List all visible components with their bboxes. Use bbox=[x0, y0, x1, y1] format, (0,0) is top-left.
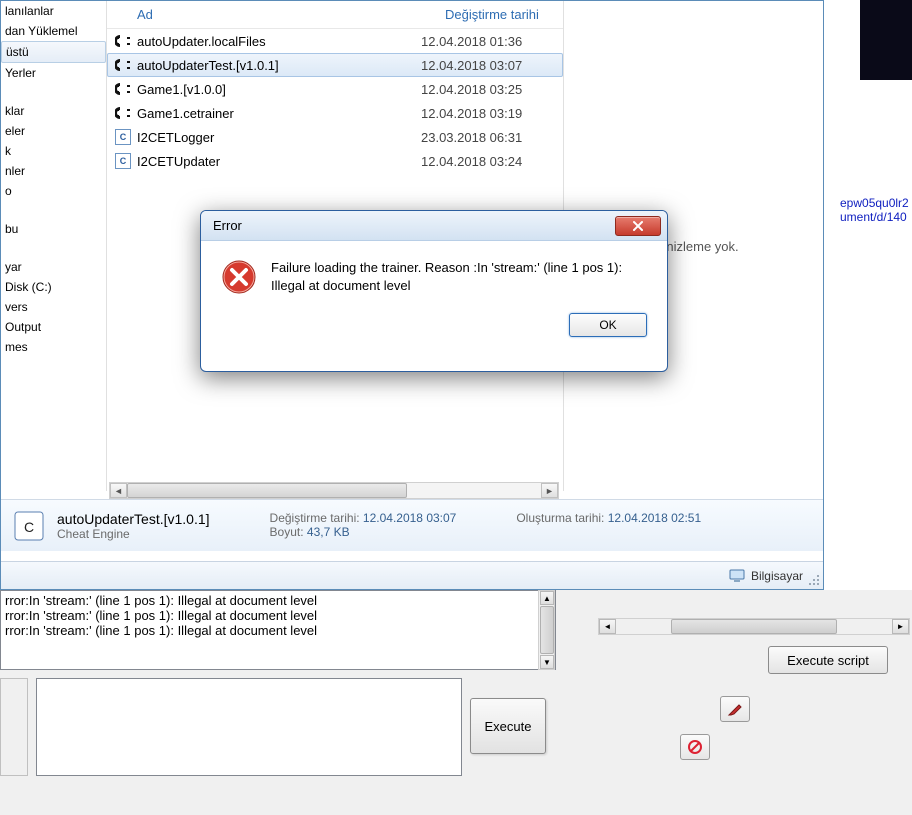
sidebar-item[interactable]: o bbox=[1, 181, 106, 201]
detail-bar: C autoUpdaterTest.[v1.0.1] Cheat Engine … bbox=[1, 499, 823, 551]
detail-mod-label: Değiştirme tarihi: bbox=[270, 511, 360, 525]
file-row[interactable]: Game1.cetrainer12.04.2018 03:19 bbox=[107, 101, 563, 125]
cheat-engine-icon bbox=[113, 80, 133, 98]
exe-icon: C bbox=[113, 128, 133, 146]
file-name: Game1.[v1.0.0] bbox=[137, 82, 421, 97]
file-name: I2CETLogger bbox=[137, 130, 421, 145]
file-row[interactable]: Game1.[v1.0.0]12.04.2018 03:25 bbox=[107, 77, 563, 101]
scroll-down-arrow[interactable]: ▼ bbox=[540, 655, 554, 669]
file-name: autoUpdater.localFiles bbox=[137, 34, 421, 49]
scroll-left-arrow[interactable]: ◄ bbox=[599, 619, 616, 634]
svg-text:C: C bbox=[24, 519, 34, 535]
sidebar-item[interactable]: klar bbox=[1, 101, 106, 121]
file-list-header[interactable]: Ad Değiştirme tarihi bbox=[107, 1, 563, 29]
frag-line-1: epw05qu0lr2 bbox=[840, 196, 912, 210]
detail-filetype: Cheat Engine bbox=[57, 527, 210, 541]
log-line: rror:In 'stream:' (line 1 pos 1): Illega… bbox=[5, 623, 551, 638]
file-row[interactable]: C I2CETUpdater12.04.2018 03:24 bbox=[107, 149, 563, 173]
resize-grip-icon[interactable] bbox=[807, 573, 821, 587]
detail-create-value: 12.04.2018 02:51 bbox=[608, 511, 701, 525]
sidebar-item[interactable]: Disk (C:) bbox=[1, 277, 106, 297]
detail-mod-value: 12.04.2018 03:07 bbox=[363, 511, 456, 525]
background-dark-strip bbox=[860, 0, 912, 80]
log-vscrollbar[interactable]: ▲ ▼ bbox=[538, 590, 555, 670]
scroll-up-arrow[interactable]: ▲ bbox=[540, 591, 554, 605]
file-date: 12.04.2018 03:19 bbox=[421, 106, 522, 121]
scroll-thumb[interactable] bbox=[127, 483, 407, 498]
file-date: 23.03.2018 06:31 bbox=[421, 130, 522, 145]
scroll-track[interactable] bbox=[127, 483, 541, 498]
detail-size-value: 43,7 KB bbox=[307, 525, 350, 539]
background-text-fragment: epw05qu0lr2 ument/d/140 bbox=[840, 196, 912, 224]
file-row[interactable]: autoUpdater.localFiles12.04.2018 01:36 bbox=[107, 29, 563, 53]
exe-icon: C bbox=[113, 152, 133, 170]
detail-file-icon: C bbox=[11, 508, 47, 544]
close-button[interactable] bbox=[615, 216, 661, 236]
computer-icon bbox=[729, 569, 745, 583]
log-line: rror:In 'stream:' (line 1 pos 1): Illega… bbox=[5, 608, 551, 623]
gutter-strip bbox=[0, 678, 28, 776]
file-date: 12.04.2018 03:07 bbox=[421, 58, 522, 73]
error-title: Error bbox=[213, 218, 615, 233]
error-titlebar[interactable]: Error bbox=[201, 211, 667, 241]
file-name: autoUpdaterTest.[v1.0.1] bbox=[137, 58, 421, 73]
sidebar-item[interactable]: eler bbox=[1, 121, 106, 141]
file-name: Game1.cetrainer bbox=[137, 106, 421, 121]
error-dialog: Error Failure loading the trainer. Reaso… bbox=[200, 210, 668, 372]
cheat-engine-icon bbox=[113, 32, 133, 50]
scroll-right-arrow[interactable]: ► bbox=[541, 483, 558, 498]
cheat-engine-icon bbox=[113, 104, 133, 122]
sidebar-item[interactable]: üstü bbox=[1, 41, 106, 63]
file-date: 12.04.2018 01:36 bbox=[421, 34, 522, 49]
log-line: rror:In 'stream:' (line 1 pos 1): Illega… bbox=[5, 593, 551, 608]
scroll-right-arrow[interactable]: ► bbox=[892, 619, 909, 634]
error-icon bbox=[221, 259, 257, 295]
sidebar-item[interactable]: nler bbox=[1, 161, 106, 181]
status-location: Bilgisayar bbox=[751, 569, 803, 583]
execute-script-button[interactable]: Execute script bbox=[768, 646, 888, 674]
status-bar: Bilgisayar bbox=[1, 561, 823, 589]
detail-create-label: Oluşturma tarihi: bbox=[516, 511, 604, 525]
error-message: Failure loading the trainer. Reason :In … bbox=[271, 259, 647, 295]
cheat-engine-icon bbox=[113, 56, 133, 74]
file-list-hscrollbar[interactable]: ◄ ► bbox=[109, 482, 559, 499]
sidebar-item[interactable]: Output bbox=[1, 317, 106, 337]
scroll-left-arrow[interactable]: ◄ bbox=[110, 483, 127, 498]
column-header-name[interactable]: Ad bbox=[137, 7, 445, 22]
scroll-thumb[interactable] bbox=[540, 606, 554, 654]
color-picker-button[interactable] bbox=[720, 696, 750, 722]
detail-filename: autoUpdaterTest.[v1.0.1] bbox=[57, 511, 210, 527]
sidebar-item[interactable]: lanılanlar bbox=[1, 1, 106, 21]
bottom-area: rror:In 'stream:' (line 1 pos 1): Illega… bbox=[0, 590, 912, 815]
sidebar-item[interactable]: yar bbox=[1, 257, 106, 277]
right-hscrollbar[interactable]: ◄ ► bbox=[598, 618, 910, 635]
script-input[interactable] bbox=[36, 678, 462, 776]
cancel-button[interactable] bbox=[680, 734, 710, 760]
column-header-date[interactable]: Değiştirme tarihi bbox=[445, 7, 563, 22]
log-panel[interactable]: rror:In 'stream:' (line 1 pos 1): Illega… bbox=[0, 590, 556, 670]
file-date: 12.04.2018 03:24 bbox=[421, 154, 522, 169]
right-panel: ◄ ► Execute script bbox=[568, 590, 912, 815]
sidebar-item[interactable]: vers bbox=[1, 297, 106, 317]
file-name: I2CETUpdater bbox=[137, 154, 421, 169]
scroll-thumb[interactable] bbox=[671, 619, 837, 634]
execute-button[interactable]: Execute bbox=[470, 698, 546, 754]
explorer-sidebar: lanılanlardan YüklemelüstüYerler klareler… bbox=[1, 1, 107, 491]
ok-button[interactable]: OK bbox=[569, 313, 647, 337]
sidebar-item[interactable]: bu bbox=[1, 219, 106, 239]
detail-size-label: Boyut: bbox=[270, 525, 304, 539]
sidebar-item[interactable]: Yerler bbox=[1, 63, 106, 83]
sidebar-item[interactable]: dan Yüklemel bbox=[1, 21, 106, 41]
file-date: 12.04.2018 03:25 bbox=[421, 82, 522, 97]
frag-line-2: ument/d/140 bbox=[840, 210, 912, 224]
file-row[interactable]: autoUpdaterTest.[v1.0.1]12.04.2018 03:07 bbox=[107, 53, 563, 77]
file-row[interactable]: C I2CETLogger23.03.2018 06:31 bbox=[107, 125, 563, 149]
sidebar-item[interactable]: mes bbox=[1, 337, 106, 357]
sidebar-item[interactable]: k bbox=[1, 141, 106, 161]
